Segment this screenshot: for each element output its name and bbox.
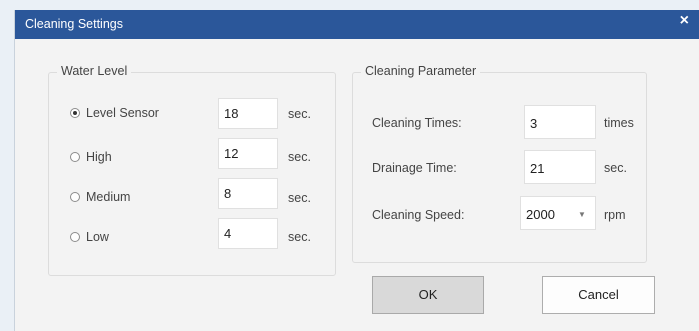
cleaning-times-input[interactable]: 3 [524, 105, 596, 139]
low-label[interactable]: Low [86, 230, 109, 244]
high-label[interactable]: High [86, 150, 112, 164]
title-bar: Cleaning Settings × [15, 10, 699, 39]
cleaning-speed-label: Cleaning Speed: [372, 208, 465, 222]
high-seconds-input[interactable]: 12 [218, 138, 278, 169]
water-level-group: Water Level [48, 64, 336, 276]
low-unit: sec. [288, 230, 311, 244]
level-sensor-unit: sec. [288, 107, 311, 121]
cleaning-speed-value: 2000 [526, 207, 555, 222]
high-radio[interactable] [70, 152, 80, 162]
cleaning-times-label: Cleaning Times: [372, 116, 462, 130]
close-icon[interactable]: × [680, 13, 689, 29]
cleaning-speed-select[interactable]: 2000 ▼ [520, 196, 596, 230]
low-radio[interactable] [70, 232, 80, 242]
chevron-down-icon[interactable]: ▼ [578, 210, 586, 219]
drainage-time-input[interactable]: 21 [524, 150, 596, 184]
level-sensor-label[interactable]: Level Sensor [86, 106, 159, 120]
dialog-title: Cleaning Settings [25, 17, 123, 31]
medium-label[interactable]: Medium [86, 190, 130, 204]
ok-button[interactable]: OK [372, 276, 484, 314]
cancel-button[interactable]: Cancel [542, 276, 655, 314]
low-seconds-input[interactable]: 4 [218, 218, 278, 249]
medium-radio[interactable] [70, 192, 80, 202]
high-unit: sec. [288, 150, 311, 164]
cleaning-speed-unit: rpm [604, 208, 626, 222]
level-sensor-radio[interactable] [70, 108, 80, 118]
cleaning-times-unit: times [604, 116, 634, 130]
drainage-time-label: Drainage Time: [372, 161, 457, 175]
level-sensor-seconds-input[interactable]: 18 [218, 98, 278, 129]
medium-unit: sec. [288, 191, 311, 205]
medium-seconds-input[interactable]: 8 [218, 178, 278, 209]
drainage-time-unit: sec. [604, 161, 627, 175]
cleaning-settings-dialog: Cleaning Settings × Water Level Level Se… [14, 10, 699, 331]
water-level-legend: Water Level [57, 64, 132, 78]
cleaning-parameter-legend: Cleaning Parameter [361, 64, 481, 78]
